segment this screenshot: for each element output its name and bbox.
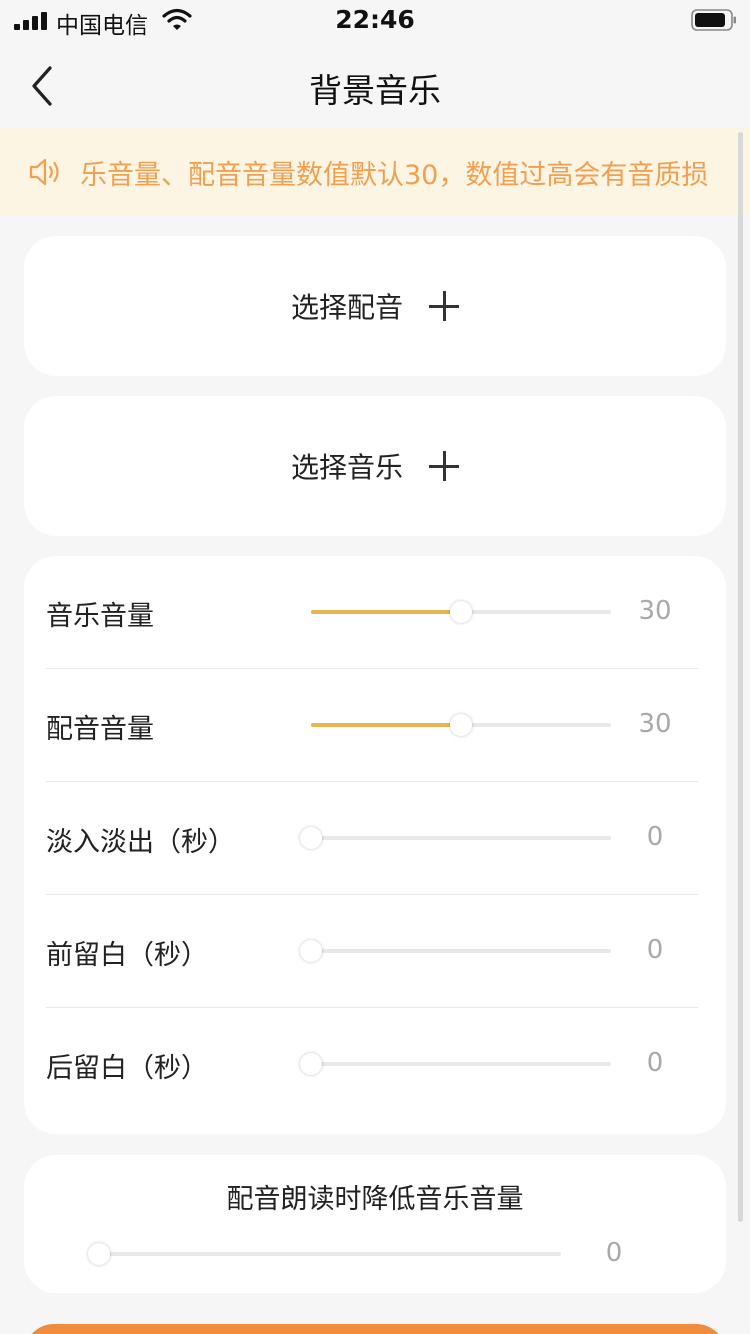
slider-thumb[interactable] [300, 1053, 322, 1075]
slider-thumb[interactable] [450, 601, 472, 623]
scrollbar[interactable] [738, 132, 743, 1222]
setting-value: 30 [638, 596, 672, 626]
speaker-icon [29, 158, 59, 186]
battery-icon [691, 9, 736, 31]
fade-row: 淡入淡出（秒） 0 [24, 782, 726, 895]
trail-blank-row: 后留白（秒） 0 [24, 1008, 726, 1121]
status-bar: 中国电信 22:46 [0, 0, 750, 40]
slider-thumb[interactable] [450, 714, 472, 736]
select-music-label: 选择音乐 [290, 451, 403, 484]
setting-label: 音乐音量 [46, 601, 154, 632]
select-voice-label: 选择配音 [290, 291, 403, 324]
fade-slider[interactable] [300, 823, 611, 853]
duck-music-value: 0 [605, 1238, 623, 1268]
slider-thumb[interactable] [300, 827, 322, 849]
setting-label: 前留白（秒） [46, 940, 208, 971]
setting-value: 0 [646, 935, 664, 965]
page: 中国电信 22:46 背景音乐 乐音量、配音音量数值默认30，数值过高会有音质损 [0, 0, 750, 1334]
plus-icon [429, 451, 459, 481]
select-music-button[interactable]: 选择音乐 [24, 396, 726, 536]
slider-thumb[interactable] [300, 940, 322, 962]
confirm-button[interactable] [24, 1324, 726, 1334]
setting-value: 0 [646, 822, 664, 852]
music-volume-slider[interactable] [311, 597, 611, 627]
notice-text: 乐音量、配音音量数值默认30，数值过高会有音质损 [80, 160, 709, 191]
setting-value: 30 [638, 709, 672, 739]
plus-icon [429, 291, 459, 321]
notice-bar: 乐音量、配音音量数值默认30，数值过高会有音质损 [0, 128, 750, 216]
duck-music-card: 配音朗读时降低音乐音量 0 [24, 1155, 726, 1293]
setting-value: 0 [646, 1048, 664, 1078]
nav-bar: 背景音乐 [0, 40, 750, 128]
duck-music-label: 配音朗读时降低音乐音量 [226, 1184, 524, 1215]
select-voice-button[interactable]: 选择配音 [24, 236, 726, 376]
setting-label: 后留白（秒） [46, 1053, 208, 1084]
voice-volume-row: 配音音量 30 [24, 669, 726, 782]
status-time: 22:46 [335, 5, 415, 34]
trail-blank-slider[interactable] [300, 1049, 611, 1079]
settings-card: 音乐音量 30 配音音量 30 淡入淡出（秒） 0 前留白（秒） 0 后留白（秒… [24, 556, 726, 1134]
slider-thumb[interactable] [88, 1243, 110, 1265]
setting-label: 配音音量 [46, 714, 154, 745]
music-volume-row: 音乐音量 30 [24, 556, 726, 669]
lead-blank-row: 前留白（秒） 0 [24, 895, 726, 1008]
setting-label: 淡入淡出（秒） [46, 827, 235, 858]
voice-volume-slider[interactable] [311, 710, 611, 740]
page-title: 背景音乐 [309, 71, 441, 110]
duck-music-slider[interactable] [88, 1239, 561, 1269]
lead-blank-slider[interactable] [300, 936, 611, 966]
